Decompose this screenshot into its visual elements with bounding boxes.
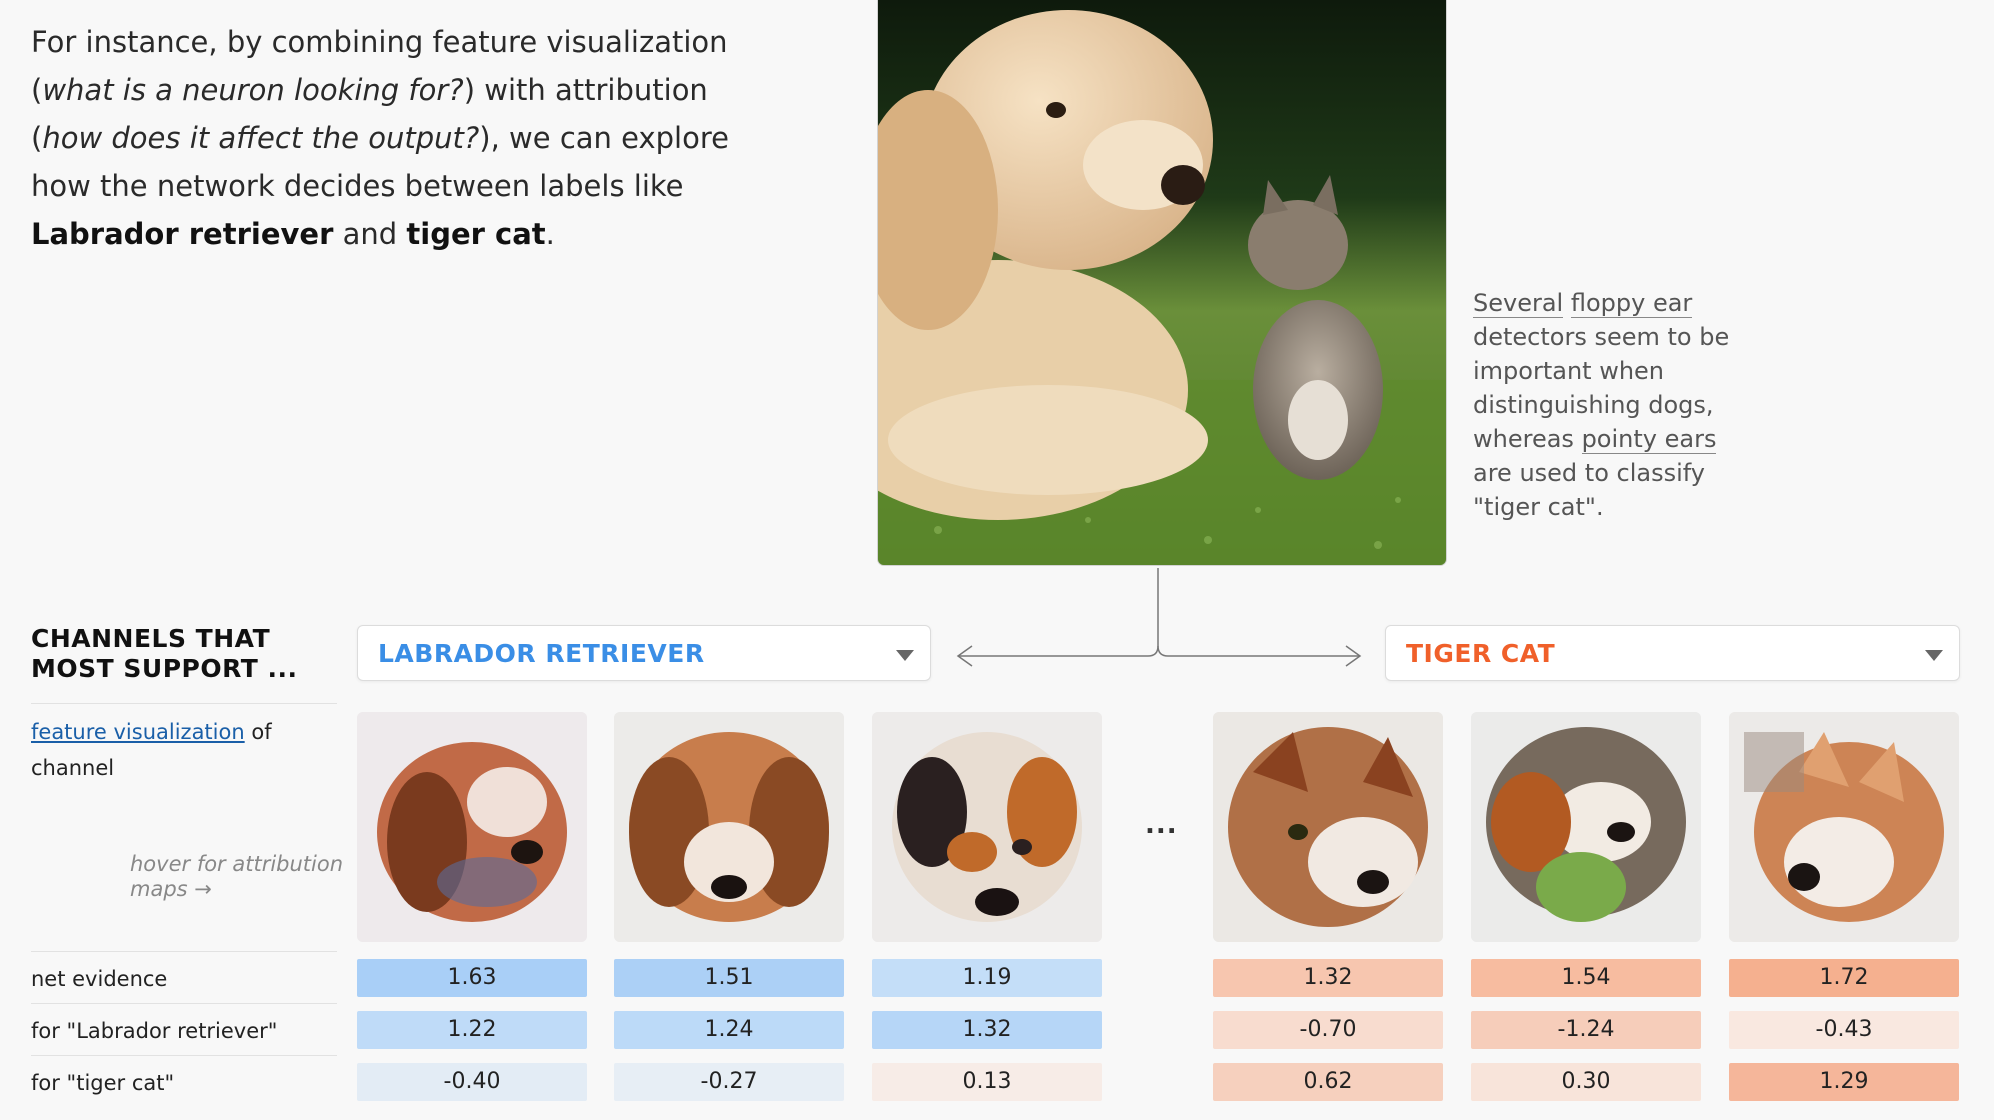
value-cell-tig-1: -0.40	[357, 1063, 587, 1101]
labrador-dropdown[interactable]: LABRADOR RETRIEVER	[357, 625, 931, 681]
divider	[31, 1003, 337, 1004]
chevron-down-icon	[896, 650, 914, 661]
tiger-cat-dropdown[interactable]: TIGER CAT	[1385, 625, 1960, 681]
intro-paragraph: For instance, by combining feature visua…	[31, 25, 729, 251]
value-cell-net-1: 1.63	[357, 959, 587, 997]
value-cell-net-5: 1.54	[1471, 959, 1701, 997]
feature-viz-tile-4[interactable]	[1213, 712, 1443, 942]
note-link-floppy-ear[interactable]: floppy ear	[1570, 289, 1693, 318]
value-cell-net-2: 1.51	[614, 959, 844, 997]
value-cell-net-3: 1.19	[872, 959, 1102, 997]
value-cell-tig-2: -0.27	[614, 1063, 844, 1101]
feature-viz-label: feature visualization of channel	[31, 720, 272, 780]
ellipsis: ...	[1145, 810, 1178, 840]
row-label-labrador: for "Labrador retriever"	[31, 1019, 278, 1043]
value-cell-net-4: 1.32	[1213, 959, 1443, 997]
value-cell-lab-2: 1.24	[614, 1011, 844, 1049]
value-cell-lab-3: 1.32	[872, 1011, 1102, 1049]
row-label-tiger-cat: for "tiger cat"	[31, 1071, 175, 1095]
value-cell-tig-5: 0.30	[1471, 1063, 1701, 1101]
feature-viz-tile-5[interactable]	[1471, 712, 1701, 942]
divider	[31, 951, 337, 952]
channels-title: CHANNELS THAT MOST SUPPORT ...	[31, 624, 298, 683]
chevron-down-icon	[1925, 650, 1943, 661]
value-cell-tig-3: 0.13	[872, 1063, 1102, 1101]
feature-viz-tile-3[interactable]	[872, 712, 1102, 942]
row-label-net-evidence: net evidence	[31, 967, 168, 991]
intro-question-1: what is a neuron looking for?	[42, 73, 464, 107]
value-cell-lab-6: -0.43	[1729, 1011, 1959, 1049]
value-cell-tig-6: 1.29	[1729, 1063, 1959, 1101]
feature-viz-tile-6[interactable]	[1729, 712, 1959, 942]
arrow-right-icon: →	[194, 877, 212, 901]
value-cell-lab-5: -1.24	[1471, 1011, 1701, 1049]
feature-visualization-link[interactable]: feature visualization	[31, 720, 245, 744]
feature-viz-tile-1[interactable]	[357, 712, 587, 942]
feature-viz-tile-2[interactable]	[614, 712, 844, 942]
divider	[31, 1055, 337, 1056]
value-cell-tig-4: 0.62	[1213, 1063, 1443, 1101]
divider	[31, 703, 337, 704]
connector-arrows	[956, 568, 1362, 667]
value-cell-net-6: 1.72	[1729, 959, 1959, 997]
intro-question-2: how does it affect the output?	[42, 121, 480, 155]
value-cell-lab-4: -0.70	[1213, 1011, 1443, 1049]
side-note: Several floppy ear detectors seem to be …	[1473, 289, 1730, 521]
label-labrador: Labrador retriever	[31, 217, 334, 251]
dog-and-cat-photo	[878, 0, 1446, 565]
value-cell-lab-1: 1.22	[357, 1011, 587, 1049]
note-link-several[interactable]: Several	[1473, 289, 1564, 318]
hover-hint: hover for attribution maps →	[130, 852, 344, 901]
label-tiger-cat: tiger cat	[406, 217, 546, 251]
note-link-pointy-ears[interactable]: pointy ears	[1581, 425, 1717, 454]
